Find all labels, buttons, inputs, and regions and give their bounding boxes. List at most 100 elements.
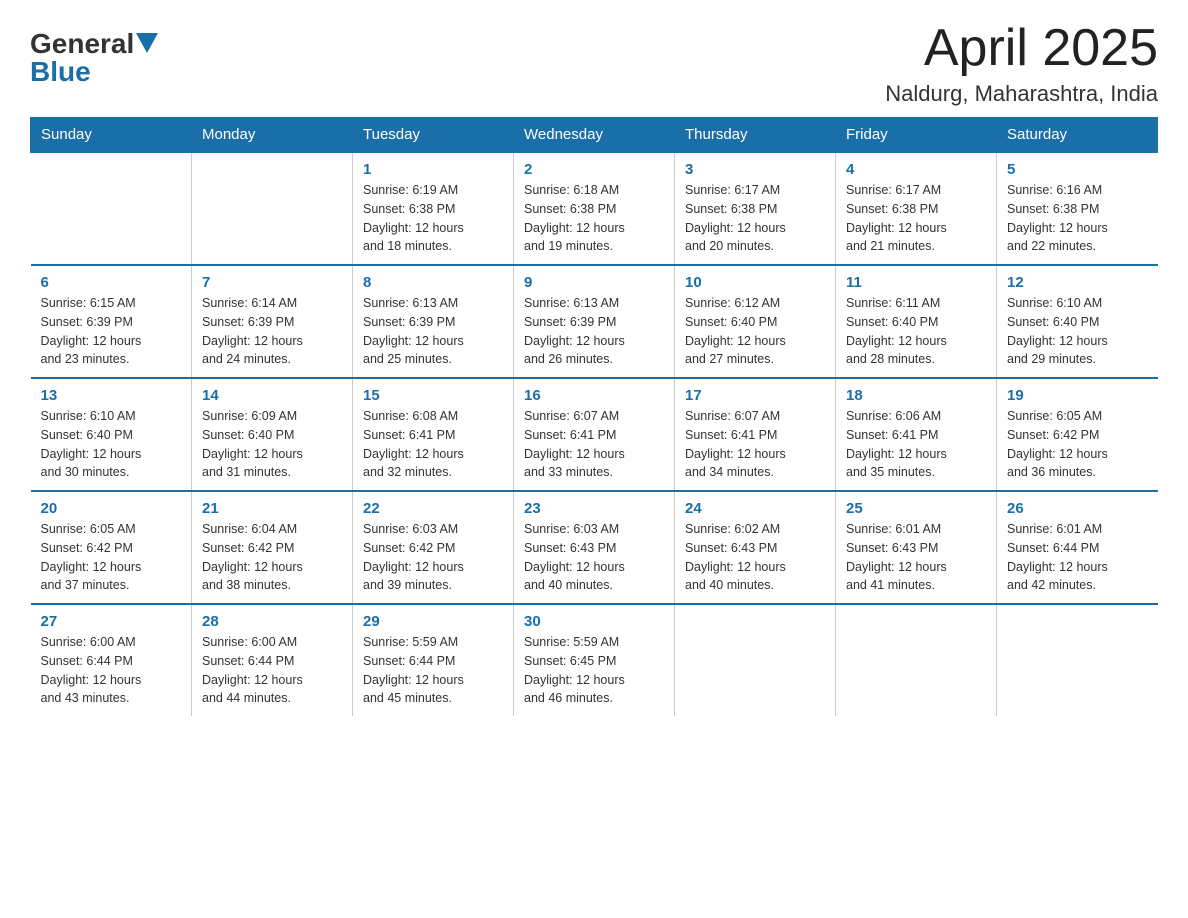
calendar-cell: 14Sunrise: 6:09 AMSunset: 6:40 PMDayligh… <box>192 378 353 491</box>
logo-blue: Blue <box>30 56 91 87</box>
day-info: Sunrise: 6:07 AMSunset: 6:41 PMDaylight:… <box>685 407 825 482</box>
day-header-friday: Friday <box>836 118 997 153</box>
day-info: Sunrise: 6:13 AMSunset: 6:39 PMDaylight:… <box>524 294 664 369</box>
day-info: Sunrise: 6:09 AMSunset: 6:40 PMDaylight:… <box>202 407 342 482</box>
calendar-cell: 3 Sunrise: 6:17 AMSunset: 6:38 PMDaylight… <box>675 152 836 265</box>
day-number: 17 <box>685 387 825 404</box>
title-section: April 2025 Naldurg, Maharashtra, India <box>885 20 1158 107</box>
day-info: Sunrise: 6:05 AMSunset: 6:42 PMDaylight:… <box>1007 407 1148 482</box>
calendar-cell: 28 Sunrise: 6:00 AMSunset: 6:44 PMDayligh… <box>192 604 353 716</box>
day-info: Sunrise: 6:17 AMSunset: 6:38 PMDaylight:… <box>846 181 986 256</box>
logo-general: General <box>30 30 134 58</box>
location-subtitle: Naldurg, Maharashtra, India <box>885 81 1158 107</box>
day-info: Sunrise: 6:02 AMSunset: 6:43 PMDaylight:… <box>685 520 825 595</box>
day-number: 6 <box>41 274 182 291</box>
calendar-cell: 6 Sunrise: 6:15 AMSunset: 6:39 PMDaylight… <box>31 265 192 378</box>
day-info: Sunrise: 6:16 AMSunset: 6:38 PMDaylight:… <box>1007 181 1148 256</box>
calendar-cell: 21Sunrise: 6:04 AMSunset: 6:42 PMDayligh… <box>192 491 353 604</box>
calendar-week-5: 27 Sunrise: 6:00 AMSunset: 6:44 PMDayligh… <box>31 604 1158 716</box>
day-info: Sunrise: 6:17 AMSunset: 6:38 PMDaylight:… <box>685 181 825 256</box>
day-header-monday: Monday <box>192 118 353 153</box>
day-header-thursday: Thursday <box>675 118 836 153</box>
day-number: 5 <box>1007 161 1148 178</box>
day-number: 7 <box>202 274 342 291</box>
day-info: Sunrise: 6:10 AMSunset: 6:40 PMDaylight:… <box>41 407 182 482</box>
day-number: 16 <box>524 387 664 404</box>
calendar-cell: 27 Sunrise: 6:00 AMSunset: 6:44 PMDayligh… <box>31 604 192 716</box>
day-info: Sunrise: 6:01 AMSunset: 6:44 PMDaylight:… <box>1007 520 1148 595</box>
day-info: Sunrise: 6:00 AMSunset: 6:44 PMDaylight:… <box>202 633 342 708</box>
day-number: 8 <box>363 274 503 291</box>
day-info: Sunrise: 6:03 AMSunset: 6:43 PMDaylight:… <box>524 520 664 595</box>
day-info: Sunrise: 6:00 AMSunset: 6:44 PMDaylight:… <box>41 633 182 708</box>
calendar-cell: 5 Sunrise: 6:16 AMSunset: 6:38 PMDaylight… <box>997 152 1158 265</box>
day-info: Sunrise: 6:15 AMSunset: 6:39 PMDaylight:… <box>41 294 182 369</box>
calendar-cell: 8 Sunrise: 6:13 AMSunset: 6:39 PMDaylight… <box>353 265 514 378</box>
day-number: 12 <box>1007 274 1148 291</box>
logo: General Blue <box>30 30 158 86</box>
calendar-cell: 9 Sunrise: 6:13 AMSunset: 6:39 PMDaylight… <box>514 265 675 378</box>
day-number: 30 <box>524 613 664 630</box>
day-number: 15 <box>363 387 503 404</box>
day-number: 13 <box>41 387 182 404</box>
calendar-cell: 19 Sunrise: 6:05 AMSunset: 6:42 PMDayligh… <box>997 378 1158 491</box>
page-header: General Blue April 2025 Naldurg, Maharas… <box>30 20 1158 107</box>
logo-triangle-icon <box>136 33 158 55</box>
day-number: 9 <box>524 274 664 291</box>
day-number: 3 <box>685 161 825 178</box>
calendar-cell: 24 Sunrise: 6:02 AMSunset: 6:43 PMDayligh… <box>675 491 836 604</box>
calendar-cell: 23 Sunrise: 6:03 AMSunset: 6:43 PMDayligh… <box>514 491 675 604</box>
day-info: Sunrise: 6:05 AMSunset: 6:42 PMDaylight:… <box>41 520 182 595</box>
calendar-cell <box>192 152 353 265</box>
day-info: Sunrise: 6:19 AMSunset: 6:38 PMDaylight:… <box>363 181 503 256</box>
calendar-cell: 4 Sunrise: 6:17 AMSunset: 6:38 PMDaylight… <box>836 152 997 265</box>
day-header-sunday: Sunday <box>31 118 192 153</box>
calendar-cell: 2 Sunrise: 6:18 AMSunset: 6:38 PMDaylight… <box>514 152 675 265</box>
day-info: Sunrise: 6:12 AMSunset: 6:40 PMDaylight:… <box>685 294 825 369</box>
day-number: 20 <box>41 500 182 517</box>
calendar-cell: 16 Sunrise: 6:07 AMSunset: 6:41 PMDayligh… <box>514 378 675 491</box>
day-info: Sunrise: 6:10 AMSunset: 6:40 PMDaylight:… <box>1007 294 1148 369</box>
day-number: 25 <box>846 500 986 517</box>
calendar-cell: 15 Sunrise: 6:08 AMSunset: 6:41 PMDayligh… <box>353 378 514 491</box>
day-number: 2 <box>524 161 664 178</box>
calendar-week-3: 13 Sunrise: 6:10 AMSunset: 6:40 PMDayligh… <box>31 378 1158 491</box>
day-info: Sunrise: 6:03 AMSunset: 6:42 PMDaylight:… <box>363 520 503 595</box>
day-number: 19 <box>1007 387 1148 404</box>
day-info: Sunrise: 6:08 AMSunset: 6:41 PMDaylight:… <box>363 407 503 482</box>
calendar-header: SundayMondayTuesdayWednesdayThursdayFrid… <box>31 118 1158 153</box>
calendar-week-2: 6 Sunrise: 6:15 AMSunset: 6:39 PMDaylight… <box>31 265 1158 378</box>
day-info: Sunrise: 6:18 AMSunset: 6:38 PMDaylight:… <box>524 181 664 256</box>
day-header-wednesday: Wednesday <box>514 118 675 153</box>
calendar-cell: 26Sunrise: 6:01 AMSunset: 6:44 PMDayligh… <box>997 491 1158 604</box>
day-number: 11 <box>846 274 986 291</box>
day-info: Sunrise: 6:07 AMSunset: 6:41 PMDaylight:… <box>524 407 664 482</box>
day-number: 24 <box>685 500 825 517</box>
day-info: Sunrise: 6:13 AMSunset: 6:39 PMDaylight:… <box>363 294 503 369</box>
day-info: Sunrise: 5:59 AMSunset: 6:44 PMDaylight:… <box>363 633 503 708</box>
calendar-cell: 25 Sunrise: 6:01 AMSunset: 6:43 PMDayligh… <box>836 491 997 604</box>
day-info: Sunrise: 6:11 AMSunset: 6:40 PMDaylight:… <box>846 294 986 369</box>
calendar-cell: 18Sunrise: 6:06 AMSunset: 6:41 PMDayligh… <box>836 378 997 491</box>
calendar-cell: 29 Sunrise: 5:59 AMSunset: 6:44 PMDayligh… <box>353 604 514 716</box>
day-number: 22 <box>363 500 503 517</box>
day-number: 21 <box>202 500 342 517</box>
day-number: 28 <box>202 613 342 630</box>
day-number: 27 <box>41 613 182 630</box>
main-title: April 2025 <box>885 20 1158 77</box>
calendar-cell: 7 Sunrise: 6:14 AMSunset: 6:39 PMDaylight… <box>192 265 353 378</box>
day-info: Sunrise: 6:14 AMSunset: 6:39 PMDaylight:… <box>202 294 342 369</box>
calendar-cell: 22 Sunrise: 6:03 AMSunset: 6:42 PMDayligh… <box>353 491 514 604</box>
calendar-cell <box>997 604 1158 716</box>
day-number: 10 <box>685 274 825 291</box>
day-number: 4 <box>846 161 986 178</box>
day-number: 1 <box>363 161 503 178</box>
calendar-cell: 17 Sunrise: 6:07 AMSunset: 6:41 PMDayligh… <box>675 378 836 491</box>
day-number: 29 <box>363 613 503 630</box>
calendar-cell <box>31 152 192 265</box>
day-header-saturday: Saturday <box>997 118 1158 153</box>
day-number: 23 <box>524 500 664 517</box>
calendar-cell: 12 Sunrise: 6:10 AMSunset: 6:40 PMDayligh… <box>997 265 1158 378</box>
calendar-table: SundayMondayTuesdayWednesdayThursdayFrid… <box>30 117 1158 716</box>
day-info: Sunrise: 6:01 AMSunset: 6:43 PMDaylight:… <box>846 520 986 595</box>
